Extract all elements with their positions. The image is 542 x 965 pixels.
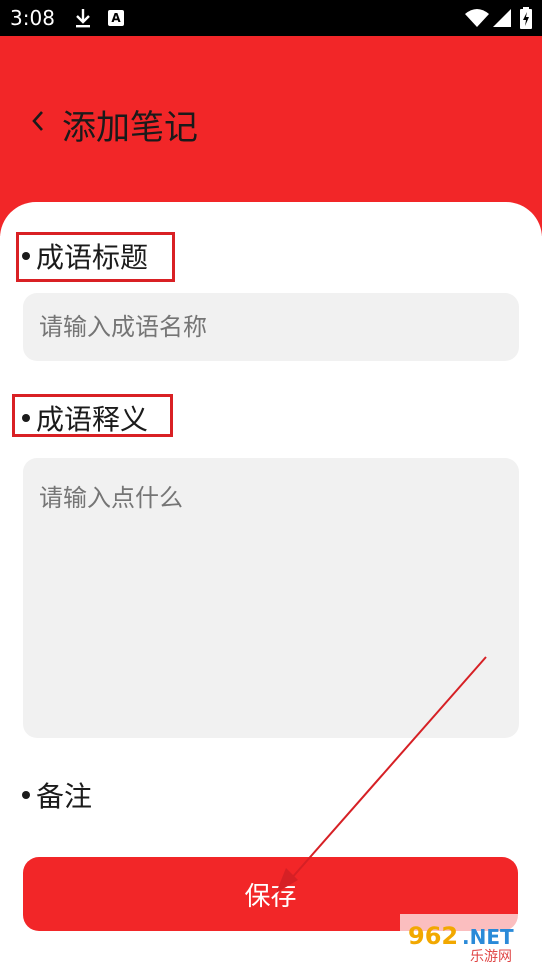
status-time: 3:08 [10, 6, 55, 30]
a-notification-icon: A [108, 10, 124, 26]
highlight-box [12, 394, 173, 437]
battery-icon [520, 7, 532, 29]
svg-text:962: 962 [408, 922, 458, 950]
svg-text:.NET: .NET [462, 925, 514, 949]
highlight-box [16, 232, 175, 282]
note-label-text: 备注 [36, 780, 93, 813]
bullet-icon [22, 791, 30, 799]
wifi-icon [465, 9, 489, 27]
download-icon [76, 9, 90, 28]
svg-text:乐游网: 乐游网 [470, 949, 512, 965]
idiom-title-input[interactable] [23, 293, 519, 361]
chevron-left-icon[interactable] [28, 106, 50, 136]
save-button-label: 保存 [244, 881, 297, 912]
signal-icon [493, 9, 511, 27]
watermark-logo: 962 .NET 乐游网 [400, 914, 542, 965]
note-label: 备注 [22, 775, 92, 815]
page-title: 添加笔记 [62, 108, 198, 148]
status-bar: 3:08 A [0, 0, 542, 36]
idiom-meaning-textarea[interactable] [23, 458, 519, 738]
